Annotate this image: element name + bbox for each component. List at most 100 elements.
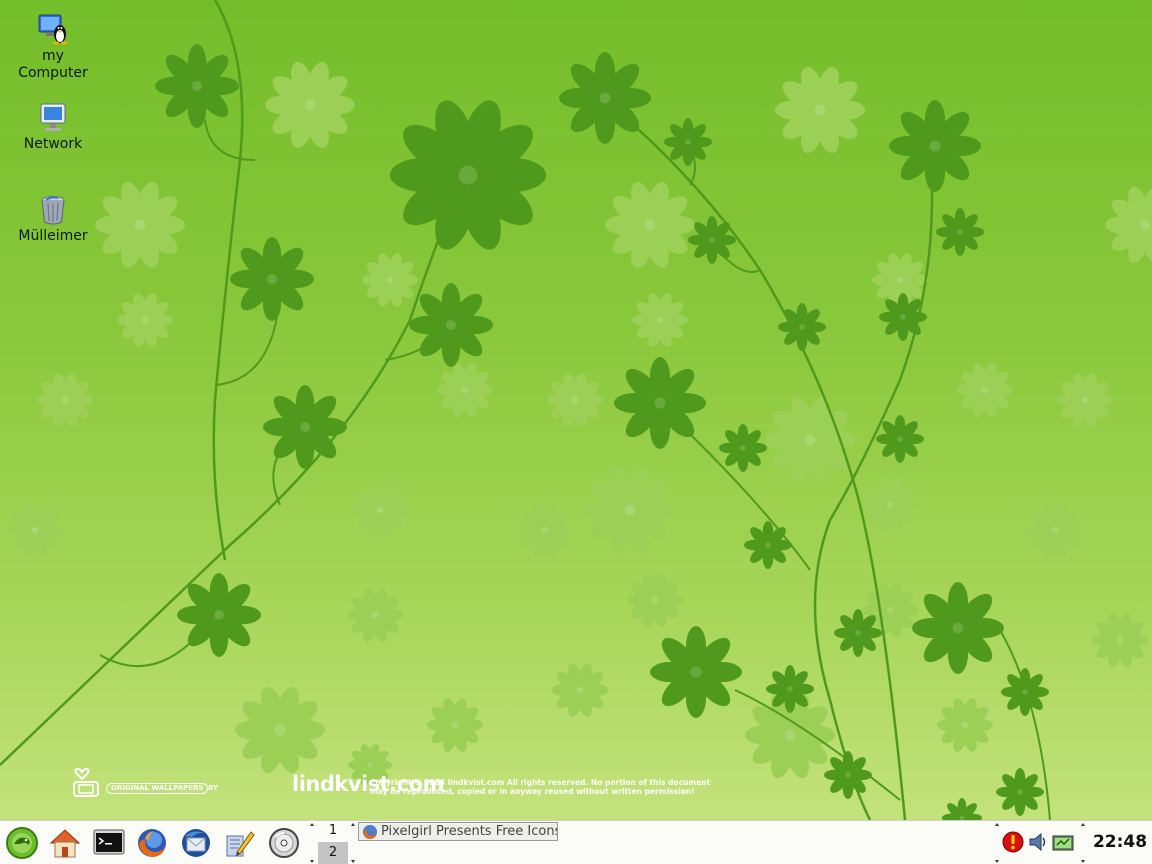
flower xyxy=(605,181,695,269)
firefox-icon xyxy=(138,829,166,857)
flower xyxy=(390,100,546,250)
flower xyxy=(551,663,609,717)
flower xyxy=(996,767,1044,817)
panel-handle[interactable] xyxy=(350,823,356,863)
flower xyxy=(437,363,493,417)
flower xyxy=(585,466,675,554)
credit-badge: ORIGINAL WALLPAPERS xyxy=(106,783,209,794)
terminal-icon xyxy=(93,829,125,855)
flower xyxy=(263,384,347,470)
flower xyxy=(546,373,604,427)
home-icon xyxy=(49,829,81,858)
pager-desktop-2[interactable]: 2 xyxy=(318,842,348,864)
flower xyxy=(631,293,689,347)
pager-desktop-1[interactable]: 1 xyxy=(318,820,348,842)
flower xyxy=(942,798,982,820)
desktop-icon-label: my xyxy=(42,48,64,64)
system-tray xyxy=(1000,826,1080,858)
desktop-icon-my-computer[interactable]: my Computer xyxy=(8,12,98,82)
desktop-icon-trash[interactable]: Mülleimer xyxy=(8,194,98,245)
flower xyxy=(265,61,355,149)
panel-handle[interactable] xyxy=(1080,823,1086,863)
flower xyxy=(956,363,1014,417)
flower xyxy=(1001,667,1049,717)
flower xyxy=(834,608,882,658)
network-monitor-icon xyxy=(40,103,66,131)
flower xyxy=(1105,186,1152,264)
task-button-pixelgirl[interactable]: Pixelgirl Presents Free Icons xyxy=(358,822,558,841)
flower xyxy=(117,293,173,347)
flower-stem xyxy=(204,119,256,161)
cd-player-launcher[interactable] xyxy=(265,824,303,862)
firefox-icon xyxy=(363,825,377,839)
copyright-line: may be reproduced, copied or in anyway r… xyxy=(370,787,695,796)
flower xyxy=(889,100,981,192)
flower xyxy=(362,253,418,307)
credit-copyright: Copyright © 2004 lindkvist.com All right… xyxy=(370,778,730,796)
flower xyxy=(352,483,408,537)
flower xyxy=(1027,503,1083,557)
flower xyxy=(824,750,872,800)
trash-can-icon xyxy=(41,196,65,225)
flower xyxy=(664,117,712,167)
desktop-icon-label: Computer xyxy=(18,65,88,81)
firefox-launcher[interactable] xyxy=(133,824,171,862)
flower xyxy=(1057,373,1113,427)
flower xyxy=(744,520,792,570)
flower xyxy=(688,215,736,265)
flower xyxy=(427,698,483,752)
flower xyxy=(176,573,261,657)
task-title: Pixelgirl Presents Free Icons xyxy=(381,824,558,839)
flower xyxy=(516,503,574,557)
flower xyxy=(775,66,865,154)
flower xyxy=(936,207,984,257)
desktop-icon-network[interactable]: Network xyxy=(8,102,98,153)
flower xyxy=(1092,613,1148,667)
flower xyxy=(766,664,814,714)
flower xyxy=(154,43,240,129)
copyright-line: Copyright © 2004 lindkvist.com All right… xyxy=(370,778,711,787)
flower xyxy=(347,588,403,642)
computer-tux-icon xyxy=(38,14,67,45)
flower xyxy=(95,181,185,269)
flower xyxy=(614,357,706,449)
network-status-icon[interactable] xyxy=(1052,830,1074,854)
terminal-launcher[interactable] xyxy=(90,824,128,862)
credit-by: BY xyxy=(208,784,219,792)
flower xyxy=(409,282,493,368)
flower-stem xyxy=(813,149,934,820)
flower xyxy=(559,52,651,144)
pen-brush-icon xyxy=(226,831,255,857)
flower xyxy=(626,573,684,627)
flower xyxy=(879,292,927,342)
home-launcher[interactable] xyxy=(46,824,84,862)
flower xyxy=(876,414,924,464)
suse-gecko-icon xyxy=(6,827,38,859)
volume-icon[interactable] xyxy=(1027,830,1049,854)
flower xyxy=(230,236,314,322)
flower xyxy=(936,698,994,752)
clock[interactable]: 22:48 xyxy=(1088,820,1152,864)
suse-menu-button[interactable] xyxy=(3,824,41,862)
flower xyxy=(861,478,919,532)
flower-wallpaper xyxy=(0,0,1152,820)
flower xyxy=(719,423,767,473)
cd-icon xyxy=(269,828,299,858)
flower xyxy=(36,373,93,427)
taskbar xyxy=(0,820,1152,864)
thunderbird-icon xyxy=(182,829,210,857)
desktop-pager: 1 2 xyxy=(318,820,348,864)
desktop-icon-label: Network xyxy=(23,136,83,152)
lindkvist-logo-icon xyxy=(73,768,99,797)
thunderbird-launcher[interactable] xyxy=(177,824,215,862)
flower xyxy=(778,302,826,352)
desktop-icon-label: Mülleimer xyxy=(18,228,88,244)
panel-handle[interactable] xyxy=(309,823,315,863)
flower xyxy=(912,582,1004,674)
desktop[interactable]: my Computer Network Mülleimer ORIGINAL W… xyxy=(0,0,1152,820)
flower xyxy=(7,503,64,557)
flower xyxy=(650,626,742,718)
wallpaper-credit: ORIGINAL WALLPAPERS BY lindkvist.com Cop… xyxy=(70,760,730,804)
office-launcher[interactable] xyxy=(221,824,259,862)
alert-icon[interactable] xyxy=(1002,830,1024,854)
